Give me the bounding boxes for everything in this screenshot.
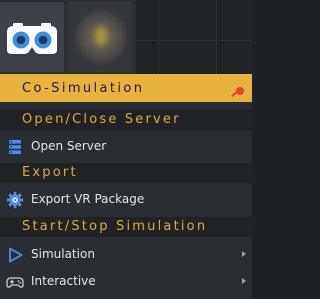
menu-item-label: Interactive <box>31 274 96 288</box>
section-start-stop-simulation: Start/Stop Simulation <box>0 217 252 237</box>
section-open-close-server: Open/Close Server <box>0 110 252 130</box>
section-export: Export <box>0 163 252 183</box>
vr-headset-icon <box>7 23 57 54</box>
pin-icon[interactable] <box>236 87 244 95</box>
menu-title-bar[interactable]: Co-Simulation <box>0 74 252 102</box>
menu-item-interactive[interactable]: Interactive <box>0 269 252 294</box>
submenu-arrow-icon <box>242 251 246 257</box>
menu-item-simulation[interactable]: Simulation <box>0 242 252 267</box>
co-simulation-menu: Co-Simulation Open/Close Server Open Ser… <box>0 74 252 299</box>
server-icon <box>9 140 21 154</box>
gear-icon <box>6 191 24 209</box>
submenu-arrow-icon <box>242 278 246 284</box>
play-icon <box>9 247 23 263</box>
gamepad-icon <box>6 277 24 288</box>
menu-item-label: Open Server <box>31 139 107 153</box>
section-label: Export <box>22 165 78 180</box>
section-label: Open/Close Server <box>22 112 181 127</box>
menu-item-label: Export VR Package <box>31 192 145 206</box>
menu-item-export-vr-package[interactable]: Export VR Package <box>0 187 252 212</box>
toolbar <box>0 0 252 74</box>
scene-preview-button[interactable] <box>68 2 132 72</box>
menu-item-open-server[interactable]: Open Server <box>0 134 252 159</box>
viewport-background <box>136 0 252 74</box>
vr-button[interactable] <box>0 2 64 72</box>
section-label: Start/Stop Simulation <box>22 219 208 234</box>
menu-title: Co-Simulation <box>22 81 145 96</box>
menu-item-label: Simulation <box>31 247 95 261</box>
